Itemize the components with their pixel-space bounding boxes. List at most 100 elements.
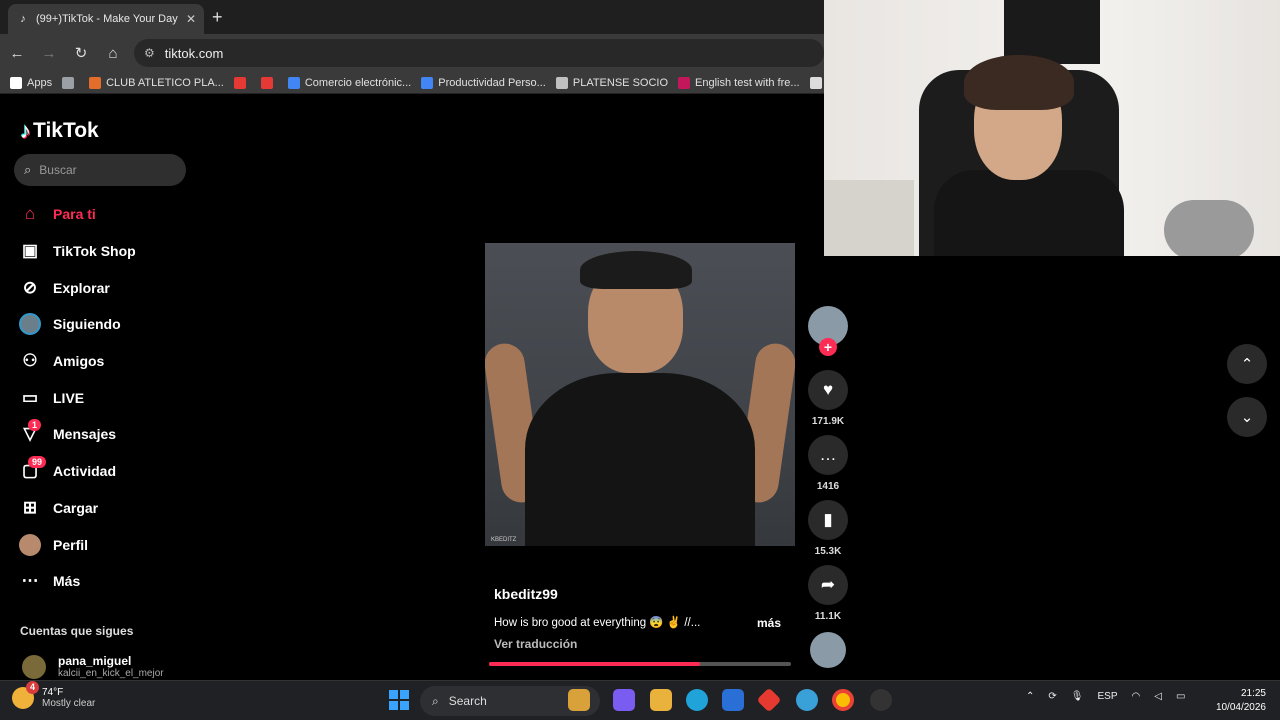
sidebar-item-siguiendo[interactable]: Siguiendo [18,306,188,343]
windows-taskbar: 4 74°F Mostly clear ⌕ Search ⌃ ⟳ 🎙 ESP ◠… [0,680,1280,720]
sidebar-item-label: Para ti [53,206,96,223]
sound-disc-avatar[interactable] [810,632,846,668]
webcam-overlay [824,0,1280,256]
windows-start-icon[interactable] [389,690,409,710]
follow-plus-icon[interactable]: + [819,338,837,356]
video-frame-cap [580,251,692,289]
bookmark-item[interactable]: Apps [10,76,52,89]
bookmarks-bar: Apps CLUB ATLETICO PLA... Comercio electró… [0,72,824,94]
bookmark-item[interactable]: entrad [809,76,824,89]
sidebar-item-label: Perfil [53,536,89,553]
video-username[interactable]: kbeditz99 [494,586,558,602]
comment-button[interactable]: … [808,435,848,475]
avatar [22,654,46,679]
sidebar-item-actividad[interactable]: ▢ 99 Actividad [18,453,188,490]
video-frame-person [525,373,755,546]
copilot-icon[interactable] [613,689,635,711]
search-icon: ⌕ [24,162,32,177]
share-count: 11.1K [814,611,842,622]
sidebar-item-label: Explorar [53,279,110,296]
bookmark-item[interactable]: CLUB ATLETICO PLA... [89,76,224,89]
file-explorer-icon[interactable] [650,689,672,711]
tiktok-logo[interactable]: ♪ TikTok [20,118,99,144]
bookmark-item[interactable] [260,76,278,89]
weather-badge: 4 [26,681,39,694]
previous-video-button[interactable]: ⌃ [1227,344,1267,384]
heart-icon: ♥ [822,380,834,399]
app-obs-icon[interactable] [870,689,892,711]
sidebar-item-label: Mensajes [53,426,117,443]
store-icon[interactable] [722,689,744,711]
app-diamond-icon[interactable] [756,687,782,713]
tray-lang[interactable]: ESP [1097,691,1117,702]
weather-desc: Mostly clear [42,698,96,709]
sidebar-item-amigos[interactable]: ⚇ Amigos [18,343,188,380]
bookmark-item[interactable]: Productividad Perso... [421,76,546,89]
edge-icon[interactable] [686,689,708,711]
battery-icon[interactable]: ▭ [1176,691,1185,702]
bookmark-item[interactable] [62,76,79,89]
sidebar-item-cargar[interactable]: ⊞ Cargar [18,490,188,527]
video-player[interactable]: KBEDITZ [485,243,795,546]
save-button[interactable]: ▮ [808,500,848,540]
address-bar[interactable]: ⚙ tiktok.com [134,39,824,67]
browser-tab[interactable]: ♪ (99+)TikTok - Make Your Day ✕ [8,4,204,34]
search-input[interactable]: ⌕ Buscar [14,154,186,186]
sidebar-item-label: Cargar [53,499,99,516]
search-placeholder: Buscar [39,163,77,177]
back-icon[interactable]: ← [2,38,32,68]
live-icon: ▭ [21,387,39,407]
screen: ♪ (99+)TikTok - Make Your Day ✕ + ← → ↻ … [0,0,1280,720]
sidebar-item-para-ti[interactable]: ⌂ Para ti [18,196,188,233]
bookmark-label: Productividad Perso... [438,76,546,89]
taskbar-clock[interactable]: 21:25 10/04/2026 [1206,687,1266,715]
bookmark-label: English test with fre... [695,76,800,89]
bookmark-item[interactable]: Comercio electrónic... [287,76,412,89]
profile-avatar-icon [18,533,42,557]
bookmark-label: Comercio electrónic... [304,76,412,89]
site-settings-icon[interactable]: ⚙ [144,46,155,60]
weather-widget[interactable]: 4 74°F Mostly clear [12,681,96,709]
home-icon[interactable]: ⌂ [98,38,128,68]
more-button[interactable]: más [757,616,781,630]
bookmark-item[interactable]: English test with fre... [678,76,800,89]
share-button[interactable]: ➦ [808,565,848,605]
following-item[interactable]: pana_miguel kalcii_en_kick_el_mejor [22,654,164,679]
next-video-button[interactable]: ⌄ [1227,397,1267,437]
sidebar-item-explorar[interactable]: ⊘ Explorar [18,269,188,306]
bookmark-favicon-icon [62,76,75,89]
volume-icon[interactable]: ◁ [1154,691,1162,702]
chrome-icon[interactable] [832,689,854,711]
sidebar-item-mensajes[interactable]: ▽ 1 Mensajes [18,416,188,453]
friends-icon: ⚇ [22,351,38,371]
wifi-icon[interactable]: ◠ [1132,691,1141,702]
forward-icon[interactable]: → [34,38,64,68]
app-help-icon[interactable] [796,689,818,711]
translate-link[interactable]: Ver traducción [494,637,577,651]
sidebar-item-tiktok-shop[interactable]: ▣ TikTok Shop [18,233,188,270]
like-button[interactable]: ♥ [808,370,848,410]
bookmark-item[interactable]: PLATENSE SOCIO [555,76,668,89]
home-icon: ⌂ [24,204,36,224]
video-watermark: KBEDITZ [491,537,517,543]
new-tab-icon[interactable]: + [212,7,223,28]
following-name: pana_miguel [58,654,132,668]
tray-chevron-icon[interactable]: ⌃ [1026,691,1034,702]
sidebar-item-label: TikTok Shop [53,243,136,260]
bookmark-item[interactable] [233,76,251,89]
sidebar-item-perfil[interactable]: Perfil [18,526,188,563]
tray-mic-icon[interactable]: 🎙 [1071,691,1084,702]
sidebar-item-más[interactable]: ⋯ Más [18,563,188,600]
bookmark-favicon-icon [809,76,822,89]
tray-sync-icon[interactable]: ⟳ [1048,691,1056,702]
clock-time: 21:25 [1240,688,1266,699]
video-progress-bar[interactable] [489,662,791,666]
system-tray: ⌃ ⟳ 🎙 ESP ◠ ◁ ▭ [1026,691,1199,702]
widgets-icon[interactable] [568,689,590,711]
close-tab-icon[interactable]: ✕ [186,12,196,26]
notification-badge: 1 [28,419,42,432]
bookmark-favicon-icon [421,76,434,89]
sidebar-item-live[interactable]: ▭ LIVE [18,379,188,416]
reload-icon[interactable]: ↻ [66,38,96,68]
tiktok-note-icon: ♪ [20,118,31,143]
